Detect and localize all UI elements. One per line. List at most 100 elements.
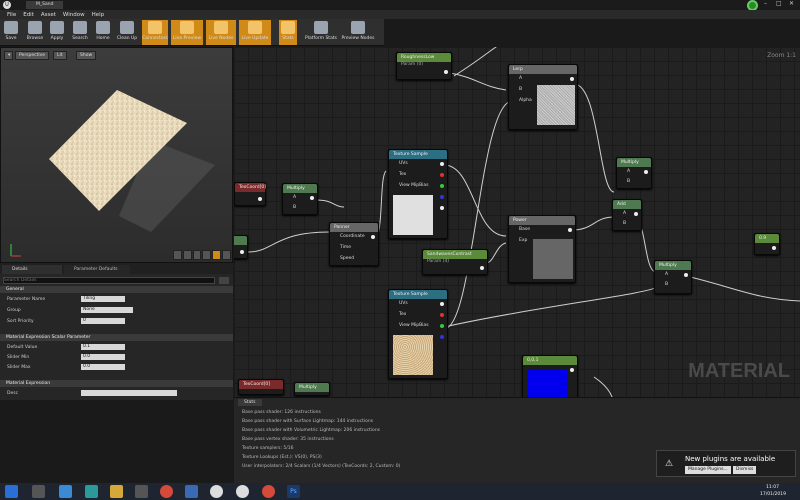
material-graph[interactable]: Zoom 1:1 MATERIAL RoughnessLow Param (0)…: [234, 47, 800, 397]
desc-field[interactable]: [81, 390, 177, 396]
media-icon[interactable]: [85, 485, 98, 498]
pin-b[interactable]: B: [623, 221, 626, 226]
output-pin[interactable]: [570, 368, 574, 372]
param-name-field[interactable]: Tiling: [81, 296, 125, 302]
pin-b[interactable]: B: [627, 179, 630, 184]
pin-view-mipbias[interactable]: View MipBias: [399, 323, 429, 328]
node-texture-sample-2[interactable]: Texture Sample UVs Tex View MipBias: [388, 289, 448, 379]
output-pin[interactable]: [772, 246, 776, 250]
section-general[interactable]: General: [0, 286, 233, 293]
output-g-pin[interactable]: [440, 324, 444, 328]
output-pin[interactable]: [570, 77, 574, 81]
node-texcoord-1[interactable]: TexCoord[0]: [234, 182, 266, 206]
apply-button[interactable]: Apply: [48, 20, 66, 45]
stats-button[interactable]: Stats: [279, 20, 297, 45]
output-pin[interactable]: [684, 273, 688, 277]
node-multiply-4[interactable]: Multiply: [294, 382, 330, 396]
pin-alpha[interactable]: Alpha: [519, 98, 532, 103]
pin-b[interactable]: B: [293, 205, 296, 210]
photos-icon[interactable]: [185, 485, 198, 498]
viewport-toggles[interactable]: [173, 250, 231, 260]
clean-up-button[interactable]: Clean Up: [115, 20, 139, 45]
live-preview-button[interactable]: Live Preview: [171, 20, 203, 45]
pin-a[interactable]: A: [519, 76, 522, 81]
menu-asset[interactable]: Asset: [41, 12, 56, 18]
pin-tex[interactable]: Tex: [399, 172, 406, 177]
connectors-button[interactable]: Connectors: [142, 20, 168, 45]
search-button[interactable]: Search: [70, 20, 90, 45]
explorer-icon[interactable]: [32, 485, 45, 498]
chrome-icon[interactable]: [160, 485, 173, 498]
tab-stats[interactable]: Stats: [238, 399, 262, 406]
ie-icon[interactable]: [59, 485, 72, 498]
node-constant-3vector[interactable]: 0,0,1: [522, 355, 578, 397]
maximize-button[interactable]: □: [776, 0, 786, 7]
player-icon[interactable]: [135, 485, 148, 498]
pin-time[interactable]: Time: [340, 245, 351, 250]
node-roughness-low[interactable]: RoughnessLow Param (0): [396, 52, 452, 80]
output-pin[interactable]: [310, 196, 314, 200]
slider-max-field[interactable]: 0.0: [81, 364, 125, 370]
node-multiply-2[interactable]: Multiply A B: [616, 157, 652, 189]
output-pin[interactable]: [371, 235, 375, 239]
pin-uvs[interactable]: UVs: [399, 301, 408, 306]
close-button[interactable]: ✕: [789, 0, 799, 7]
menu-window[interactable]: Window: [63, 12, 85, 18]
output-rgb-pin[interactable]: [440, 302, 444, 306]
menu-edit[interactable]: Edit: [23, 12, 34, 18]
preview-nodes-button[interactable]: Preview Nodes: [338, 20, 378, 45]
sort-priority-field[interactable]: 0: [81, 318, 125, 324]
output-pin[interactable]: [480, 266, 484, 270]
home-button[interactable]: Home: [94, 20, 112, 45]
dismiss-button[interactable]: Dismiss: [733, 466, 757, 474]
node-power[interactable]: Power Base Exp: [508, 215, 576, 283]
output-g-pin[interactable]: [440, 184, 444, 188]
output-pin[interactable]: [634, 212, 638, 216]
node-constant-0-9[interactable]: 0.9: [754, 233, 780, 255]
output-b-pin[interactable]: [440, 335, 444, 339]
output-rgb-pin[interactable]: [440, 162, 444, 166]
unreal-editor-icon[interactable]: [236, 485, 249, 498]
output-r-pin[interactable]: [440, 313, 444, 317]
pin-b[interactable]: B: [665, 282, 668, 287]
node-texture-sample-1[interactable]: Texture Sample UVs Tex View MipBias: [388, 149, 448, 239]
live-update-button[interactable]: Live Update: [239, 20, 271, 45]
output-a-pin[interactable]: [440, 206, 444, 210]
output-pin[interactable]: [444, 70, 448, 74]
tab-parameter-defaults[interactable]: Parameter Defaults: [64, 265, 130, 274]
output-pin[interactable]: [258, 197, 262, 201]
output-pin[interactable]: [240, 250, 244, 254]
minimize-button[interactable]: –: [764, 0, 774, 7]
folder-icon[interactable]: [110, 485, 123, 498]
group-dropdown[interactable]: None: [81, 307, 133, 313]
pin-exp[interactable]: Exp: [519, 238, 527, 243]
output-pin[interactable]: [644, 170, 648, 174]
node-lerp[interactable]: Lerp A B Alpha: [508, 64, 578, 130]
pin-a[interactable]: A: [623, 211, 626, 216]
photoshop-icon[interactable]: Ps: [287, 485, 300, 498]
platform-stats-button[interactable]: Platform Stats: [305, 20, 337, 45]
start-icon[interactable]: [5, 485, 18, 498]
eye-icon[interactable]: [219, 277, 229, 284]
window-tab-title[interactable]: M_Sand: [26, 1, 64, 9]
node-sandwaves-contrast[interactable]: SandwavesContrast Param (4): [422, 249, 488, 275]
node-multiply-3[interactable]: Multiply A B: [654, 260, 692, 294]
pin-coordinate[interactable]: Coordinate: [340, 234, 365, 239]
default-value-field[interactable]: 0.1: [81, 344, 125, 350]
tab-details[interactable]: Details: [2, 265, 62, 274]
pin-a[interactable]: A: [293, 195, 296, 200]
pin-speed[interactable]: Speed: [340, 256, 354, 261]
slider-min-field[interactable]: 0.0: [81, 354, 125, 360]
preview-viewport[interactable]: ▾ Perspective Lit Show: [0, 47, 233, 263]
menu-help[interactable]: Help: [92, 12, 105, 18]
chrome-2-icon[interactable]: [262, 485, 275, 498]
browse-button[interactable]: Browse: [24, 20, 46, 45]
output-b-pin[interactable]: [440, 195, 444, 199]
pin-a[interactable]: A: [665, 272, 668, 277]
node-multiply-1[interactable]: Multiply A B: [282, 183, 318, 215]
output-r-pin[interactable]: [440, 173, 444, 177]
unreal-taskbar-icon[interactable]: [210, 485, 223, 498]
node-panner[interactable]: Panner Coordinate Time Speed: [329, 222, 379, 266]
manage-plugins-button[interactable]: Manage Plugins...: [685, 466, 731, 474]
menu-file[interactable]: File: [7, 12, 16, 18]
